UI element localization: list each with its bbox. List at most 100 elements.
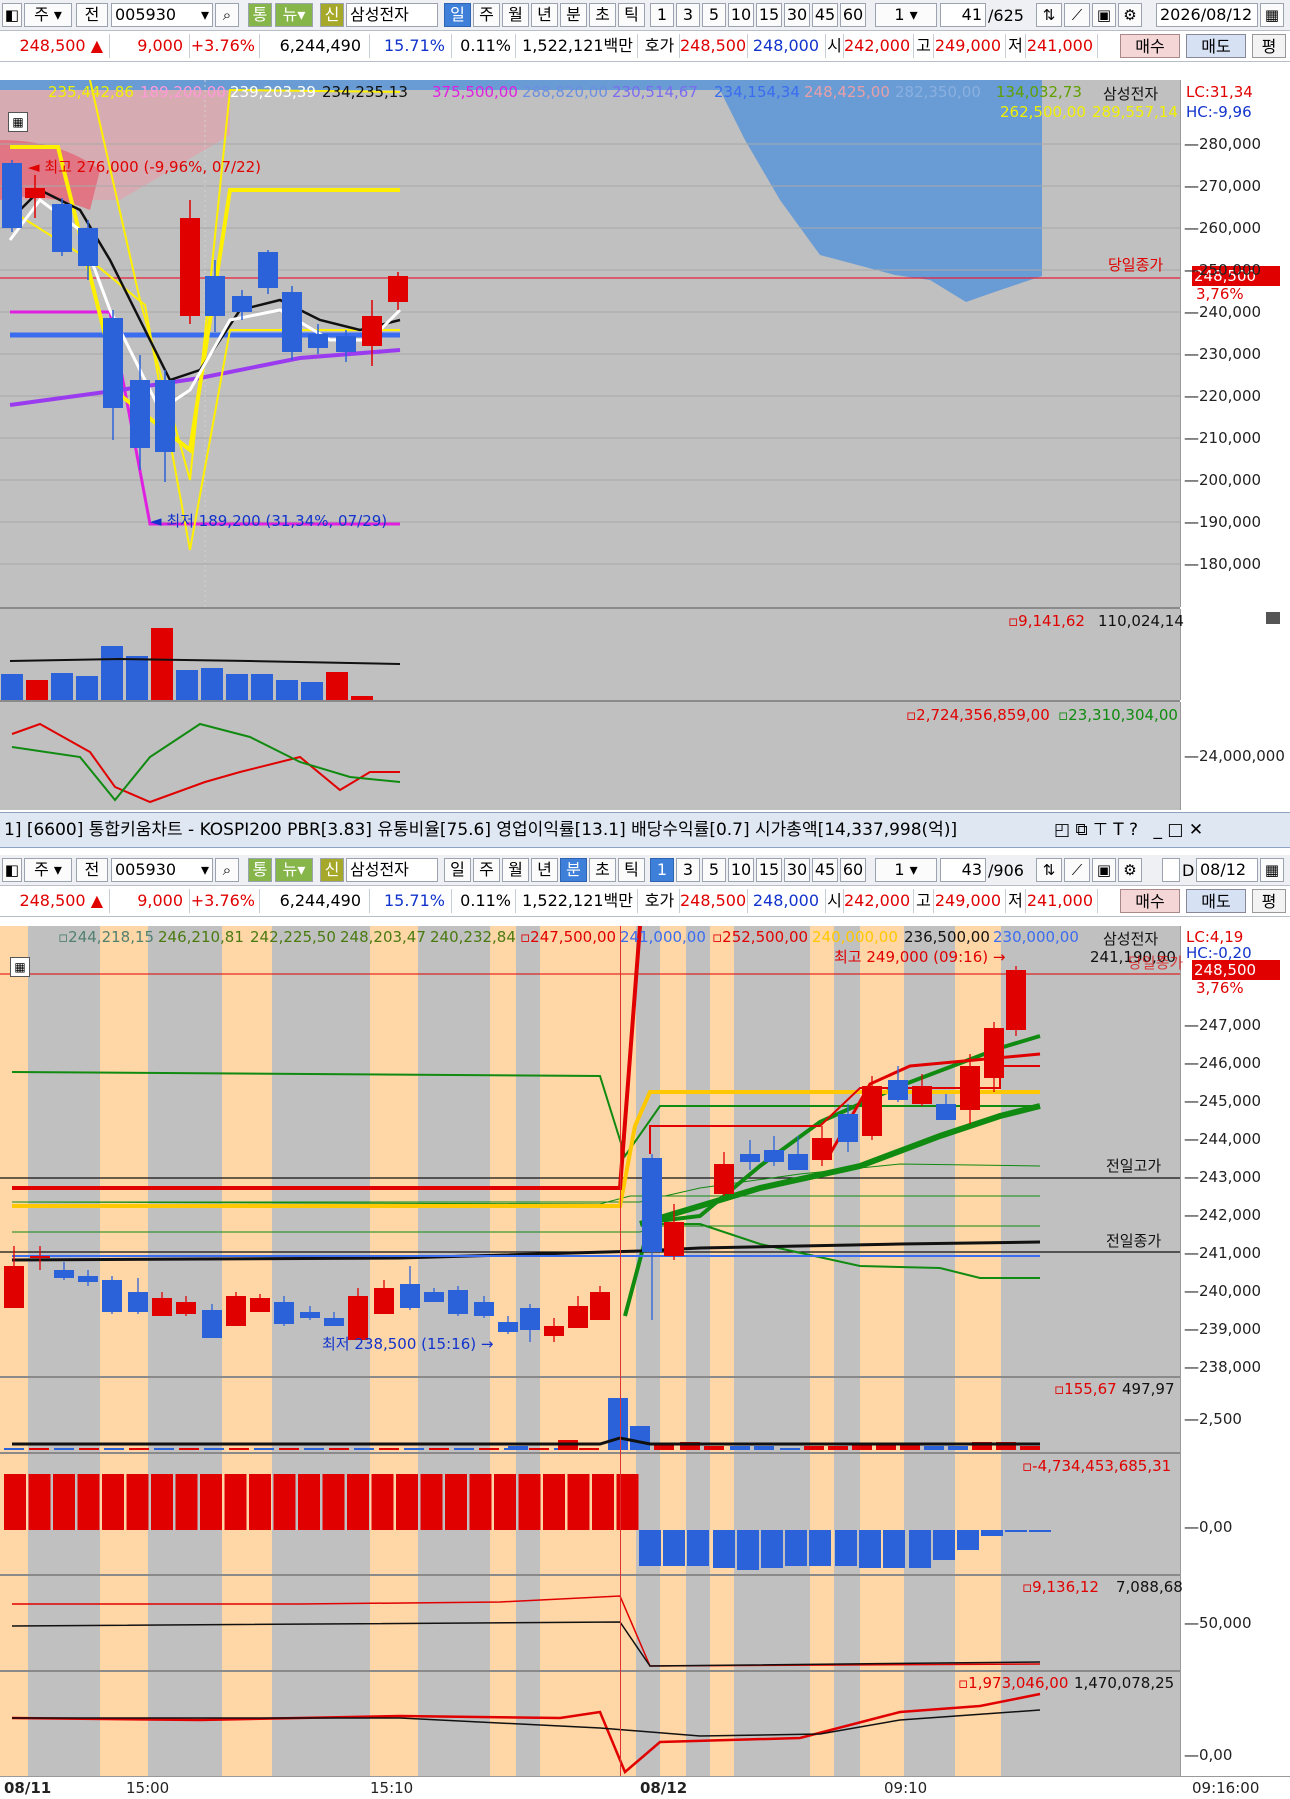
period-tick-tab[interactable]: 틱 [618, 3, 645, 27]
bottom-period-day-tab[interactable]: 일 [444, 858, 471, 882]
date-input[interactable]: 2026/08/12 [1156, 3, 1258, 27]
text-icon[interactable]: T [1113, 820, 1123, 840]
bottom-candle [30, 1246, 50, 1270]
calendar-icon[interactable]: ▦ [1260, 3, 1284, 27]
page-input[interactable]: 41 [940, 3, 986, 27]
maximize-icon[interactable]: □ [1167, 820, 1183, 840]
minimize-icon[interactable]: _ [1143, 820, 1162, 840]
top-candle [388, 272, 408, 310]
d-checkbox[interactable] [1162, 858, 1180, 882]
bottom-period-month-tab[interactable]: 월 [502, 858, 529, 882]
bottom-prev-button[interactable]: 전 [76, 858, 108, 882]
interval-3[interactable]: 3 [676, 3, 700, 27]
bottom-chart-type-icon[interactable]: ⇅ [1036, 858, 1062, 882]
bottom-period-second-tab[interactable]: 초 [589, 858, 616, 882]
chart-menu-icon[interactable]: ◧ [2, 3, 22, 27]
period-day-tab[interactable]: 일 [444, 3, 471, 27]
interval-45[interactable]: 45 [812, 3, 838, 27]
bottom-period-year-tab[interactable]: 년 [531, 858, 558, 882]
panel-close-icon[interactable] [1266, 612, 1280, 624]
bottom-gear-icon[interactable]: ⚙ [1118, 858, 1142, 882]
bottom-interval-5[interactable]: 5 [702, 858, 726, 882]
bottom-period-week-tab[interactable]: 주 [473, 858, 500, 882]
bottom-sin-button[interactable]: 신 [320, 858, 344, 882]
grid-toggle-icon[interactable]: ▦ [8, 112, 28, 132]
bottom-page-input[interactable]: 43 [940, 858, 986, 882]
bottom-candle [862, 1076, 882, 1140]
bottom-open-label: 시 [826, 889, 844, 913]
cascade-icon[interactable]: ⧉ [1075, 820, 1087, 840]
bottom-sell-button[interactable]: 매도 [1186, 889, 1246, 913]
bottom-period-tick-tab[interactable]: 틱 [618, 858, 645, 882]
bottom-stock-name-field[interactable]: 삼성전자 [346, 858, 438, 882]
bottom-interval-45[interactable]: 45 [812, 858, 838, 882]
flow-bar [909, 1530, 931, 1568]
prev-button[interactable]: 전 [76, 3, 108, 27]
interval-5[interactable]: 5 [702, 3, 726, 27]
bottom-interval-30[interactable]: 30 [784, 858, 810, 882]
type-select[interactable]: 주 ▾ [24, 3, 72, 27]
bottom-date-input[interactable]: 08/12 [1196, 858, 1258, 882]
y-tick: —246,000 [1184, 1054, 1262, 1072]
period-year-tab[interactable]: 년 [531, 3, 558, 27]
stock-name-field[interactable]: 삼성전자 [346, 3, 438, 27]
nyu-button[interactable]: 뉴▾ [275, 3, 313, 27]
bottom-stock-code-input[interactable]: 005930 ▾ [111, 858, 213, 882]
period-minute-tab[interactable]: 분 [560, 3, 587, 27]
bottom-grid-toggle-icon[interactable]: ▦ [10, 957, 30, 977]
help-icon[interactable]: ? [1129, 820, 1138, 840]
interval-1[interactable]: 1 [650, 3, 674, 27]
bottom-tong-button[interactable]: 통 [248, 858, 272, 882]
bottom-type-select[interactable]: 주 ▾ [24, 858, 72, 882]
pin-icon[interactable]: ⊤ [1093, 820, 1108, 840]
interval-15[interactable]: 15 [756, 3, 782, 27]
bottom-volume-bar [304, 1448, 324, 1450]
period-week-tab[interactable]: 주 [473, 3, 500, 27]
eval-button[interactable]: 평 [1252, 34, 1286, 58]
save-icon[interactable]: ▣ [1092, 3, 1116, 27]
gear-icon[interactable]: ⚙ [1118, 3, 1142, 27]
bottom-candle [250, 1294, 270, 1312]
search-icon[interactable]: ⌕ [215, 3, 239, 27]
legend-hc: HC:-9,96 [1186, 103, 1252, 121]
flow-bar [785, 1530, 807, 1566]
bottom-chart-menu-icon[interactable]: ◧ [2, 858, 22, 882]
interval-30[interactable]: 30 [784, 3, 810, 27]
sin-button[interactable]: 신 [320, 3, 344, 27]
chart-type-icon[interactable]: ⇅ [1036, 3, 1062, 27]
line-tool-icon[interactable]: ⟋ [1064, 3, 1090, 27]
bottom-low-price: 241,000 [1026, 889, 1098, 913]
bottom-interval-3[interactable]: 3 [676, 858, 700, 882]
period-second-tab[interactable]: 초 [589, 3, 616, 27]
bottom-interval-1[interactable]: 1 [650, 858, 674, 882]
bottom-calendar-icon[interactable]: ▦ [1260, 858, 1284, 882]
bottom-buy-button[interactable]: 매수 [1120, 889, 1180, 913]
bottom-count-select[interactable]: 1 ▾ [875, 858, 937, 882]
bottom-period-minute-tab[interactable]: 분 [560, 858, 587, 882]
top-high-annotation: ◄ 최고 276,000 (-9,96%, 07/22) [28, 158, 262, 176]
bottom-search-icon[interactable]: ⌕ [215, 858, 239, 882]
count-select[interactable]: 1 ▾ [875, 3, 937, 27]
period-month-tab[interactable]: 월 [502, 3, 529, 27]
stock-code-input[interactable]: 005930 ▾ [111, 3, 213, 27]
low-price: 241,000 [1026, 34, 1098, 58]
bottom-nyu-button[interactable]: 뉴▾ [275, 858, 313, 882]
bottom-interval-10[interactable]: 10 [728, 858, 754, 882]
bottom-line-tool-icon[interactable]: ⟋ [1064, 858, 1090, 882]
bottom-save-icon[interactable]: ▣ [1092, 858, 1116, 882]
ma-red-thick [12, 925, 642, 1190]
bottom-volume-bar [179, 1448, 199, 1450]
buy-button[interactable]: 매수 [1120, 34, 1180, 58]
bottom-eval-button[interactable]: 평 [1252, 889, 1286, 913]
close-icon[interactable]: ✕ [1189, 820, 1203, 840]
tong-button[interactable]: 통 [248, 3, 272, 27]
count-value: 1 [894, 5, 905, 24]
bottom-volume-bar [104, 1448, 124, 1450]
bottom-interval-60[interactable]: 60 [840, 858, 866, 882]
legend-v10: 282,350,00 [895, 83, 981, 101]
bottom-interval-15[interactable]: 15 [756, 858, 782, 882]
restore-icon[interactable]: ◰ [1054, 820, 1070, 840]
interval-10[interactable]: 10 [728, 3, 754, 27]
interval-60[interactable]: 60 [840, 3, 866, 27]
sell-button[interactable]: 매도 [1186, 34, 1246, 58]
